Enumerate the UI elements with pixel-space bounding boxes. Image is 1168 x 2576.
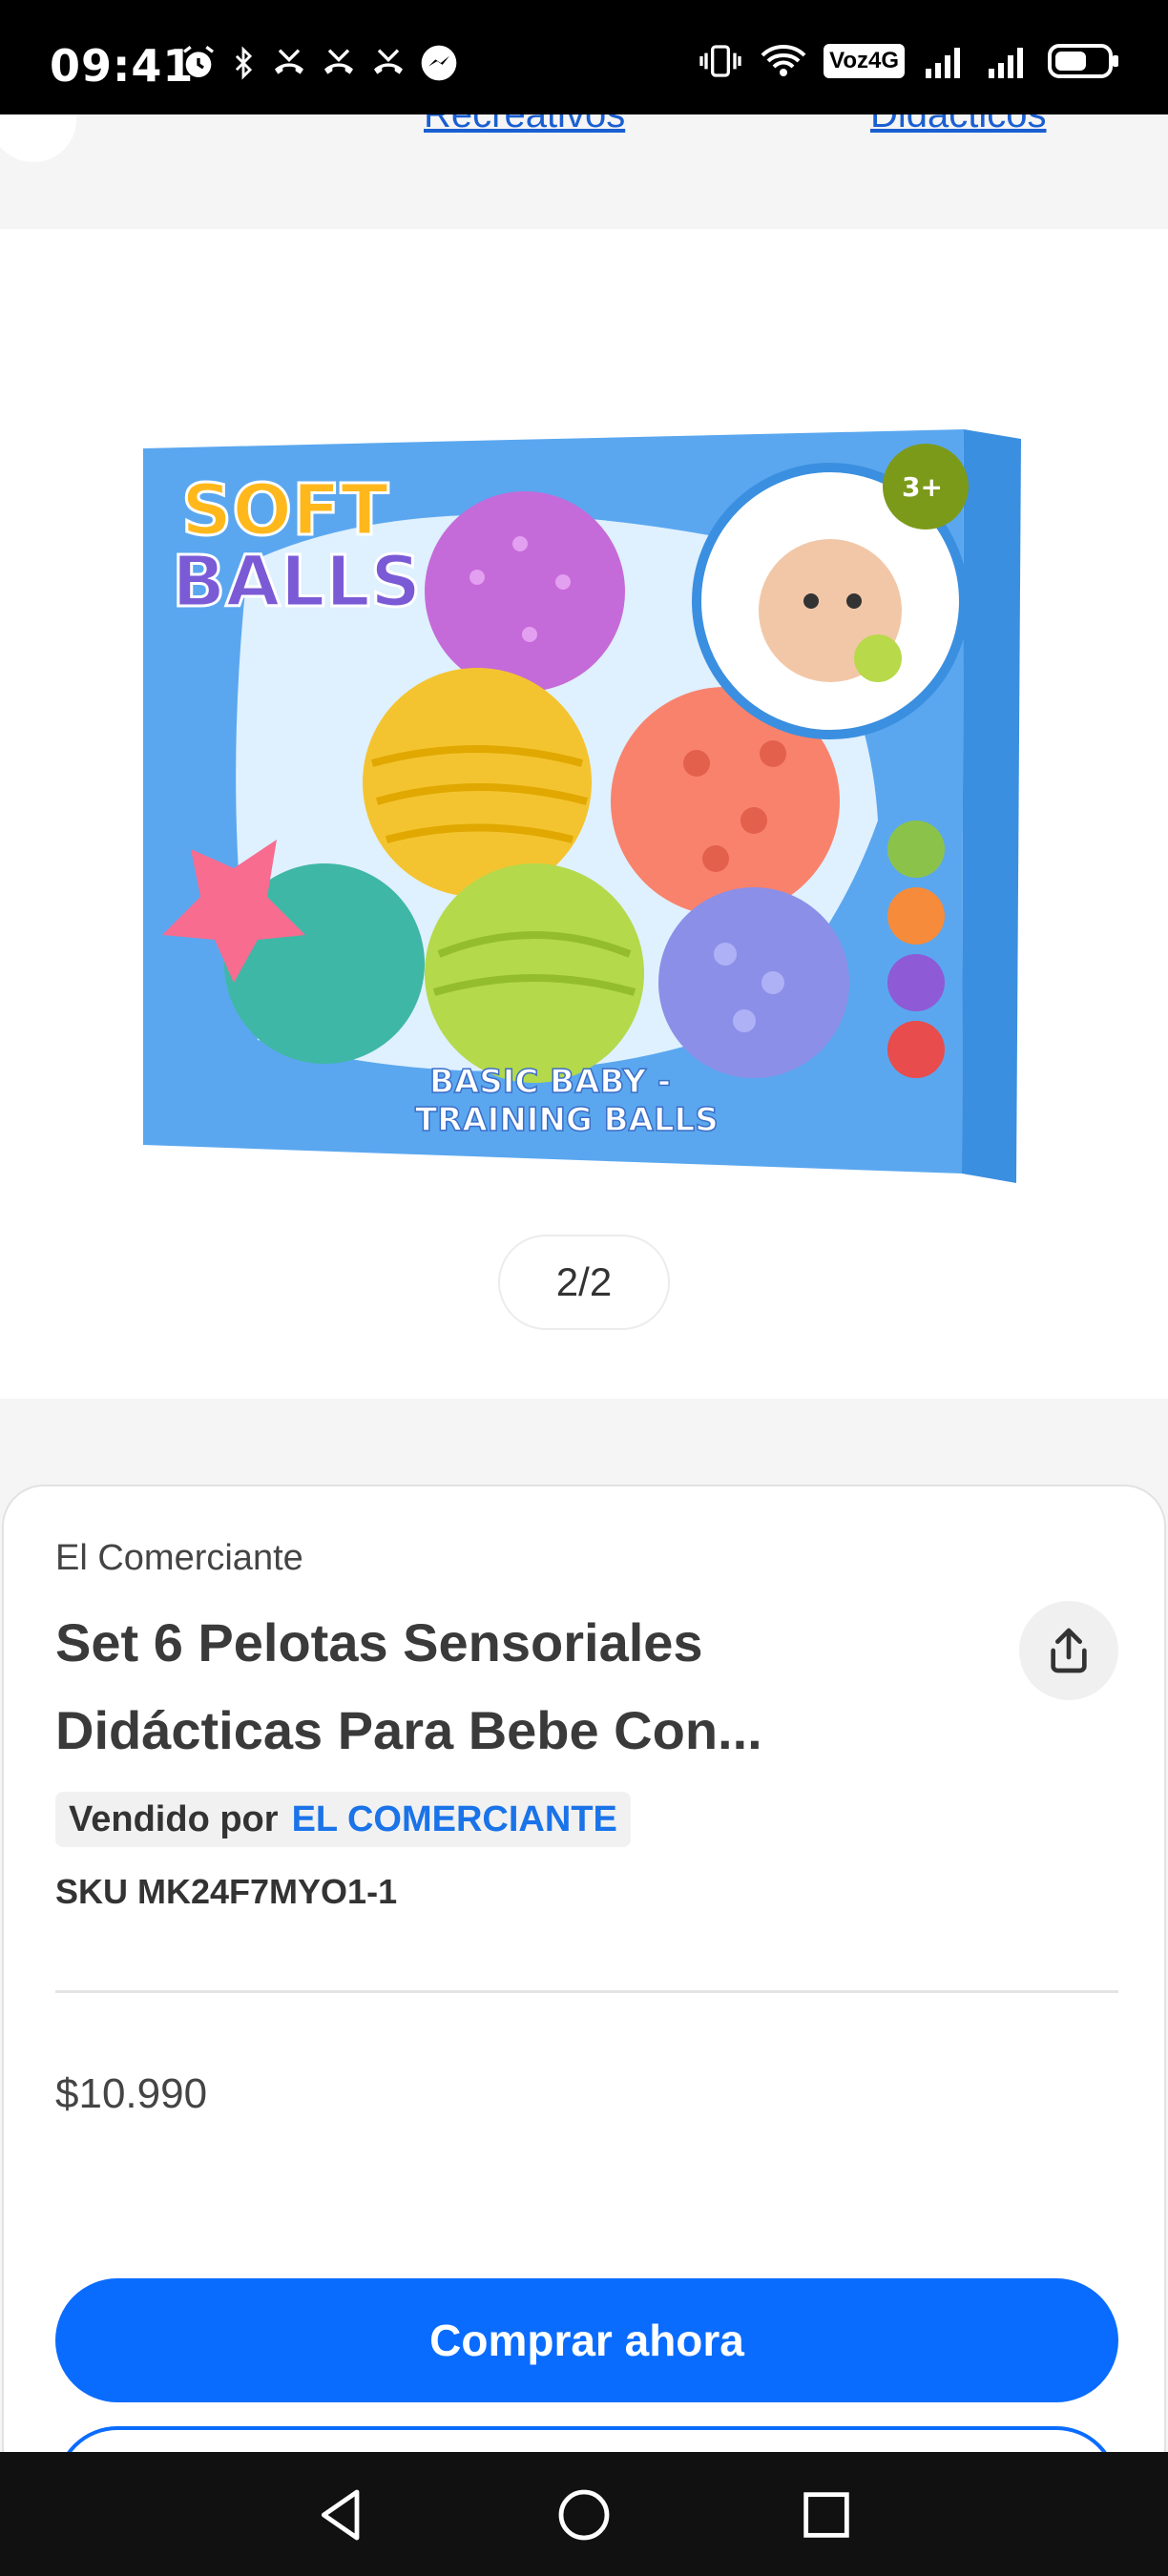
back-icon[interactable]	[311, 2484, 372, 2545]
messenger-icon	[421, 45, 457, 81]
category-link-didacticos[interactable]: Didácticos	[870, 114, 1047, 136]
svg-text:BALLS: BALLS	[172, 541, 421, 623]
product-image[interactable]: SOFT BALLS 3+ BASIC BABY - TRAINING BALL…	[143, 420, 1021, 1193]
category-link-recreativos[interactable]: Recreativos	[424, 114, 625, 136]
network-badge: Voz4G	[824, 44, 905, 78]
category-icon[interactable]	[0, 114, 76, 162]
product-brand[interactable]: El Comerciante	[55, 1538, 303, 1579]
missed-call-icon-3	[374, 49, 403, 74]
bluetooth-icon	[235, 46, 253, 80]
product-sku: SKU MK24F7MYO1-1	[55, 1872, 398, 1911]
recents-icon[interactable]	[796, 2484, 857, 2545]
vibrate-icon	[699, 45, 741, 77]
svg-text:SOFT: SOFT	[181, 469, 389, 551]
missed-call-icon-2	[324, 49, 353, 74]
seller-prefix: Vendido por	[69, 1798, 279, 1839]
product-title-line2: Didácticas Para Bebe Con...	[55, 1700, 762, 1760]
divider	[55, 1990, 1118, 1993]
missed-call-icon	[275, 49, 303, 74]
product-title-line1: Set 6 Pelotas Sensoriales	[55, 1612, 703, 1672]
page-indicator: 2/2	[498, 1235, 670, 1330]
alarm-icon	[183, 46, 214, 77]
system-nav-bar	[0, 2452, 1168, 2576]
svg-text:TRAINING BALLS: TRAINING BALLS	[415, 1101, 719, 1139]
product-price: $10.990	[55, 2070, 208, 2117]
svg-text:3+: 3+	[902, 471, 943, 503]
svg-text:BASIC BABY -: BASIC BABY -	[429, 1063, 671, 1101]
status-time: 09:41	[50, 40, 195, 92]
status-bar: 09:41 Voz4G	[0, 0, 1168, 114]
wifi-icon	[761, 45, 806, 76]
share-button[interactable]	[1019, 1601, 1118, 1700]
battery-icon	[1048, 44, 1118, 78]
seller-badge[interactable]: Vendido por EL COMERCIANTE	[55, 1792, 631, 1847]
product-card: El Comerciante Set 6 Pelotas Sensoriales…	[2, 1485, 1166, 2550]
home-icon[interactable]	[553, 2484, 615, 2545]
product-title: Set 6 Pelotas Sensoriales Didácticas Par…	[55, 1599, 991, 1775]
notification-icons	[179, 42, 460, 84]
signal-icon-2	[989, 48, 1023, 78]
seller-name-link[interactable]: EL COMERCIANTE	[292, 1799, 617, 1840]
buy-now-button[interactable]: Comprar ahora	[55, 2278, 1118, 2402]
signal-icon	[926, 48, 960, 78]
category-strip: Recreativos Didácticos	[0, 114, 1168, 229]
product-gallery[interactable]: SOFT BALLS 3+ BASIC BABY - TRAINING BALL…	[0, 229, 1168, 1399]
share-icon	[1051, 1628, 1087, 1673]
system-icons: Voz4G	[698, 42, 1120, 80]
